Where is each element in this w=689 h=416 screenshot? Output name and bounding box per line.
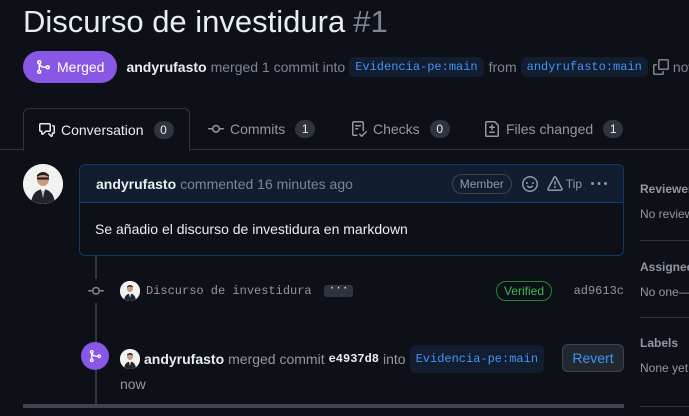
comment-author-avatar[interactable] — [23, 164, 63, 204]
merge-event-time: now — [120, 376, 146, 392]
git-merge-icon — [81, 342, 109, 370]
smiley-icon[interactable] — [521, 175, 538, 192]
tab-checks-label: Checks — [373, 121, 420, 137]
merged-state-label: Merged — [57, 59, 105, 75]
tab-conversation-label: Conversation — [61, 121, 144, 138]
reviewers-value: No reviews — [640, 207, 689, 221]
assignees-value: No one— — [640, 285, 689, 299]
commit-message-link[interactable]: Discurso de investidura — [146, 284, 312, 298]
comment-author-link[interactable]: andyrufasto — [96, 176, 176, 192]
pr-meta: Merged andyrufasto merged 1 commit into … — [23, 51, 689, 83]
commit-sha-link[interactable]: ad9613c — [574, 284, 624, 298]
pr-time: now — [672, 59, 689, 75]
comment-header: andyrufasto commented 16 minutes ago Mem… — [80, 165, 623, 203]
labels-title: Labels — [640, 336, 679, 350]
merge-author-link[interactable]: andyrufasto — [144, 348, 224, 370]
head-branch-link[interactable]: andyrufasto:main — [520, 57, 648, 77]
labels-value: None yet — [640, 361, 689, 375]
tab-files-changed[interactable]: Files changed 1 — [484, 108, 624, 150]
tab-commits[interactable]: Commits 1 — [208, 108, 316, 150]
merge-commit-sha-link[interactable]: e4937d8 — [329, 348, 379, 370]
sidebar: Reviewers No reviews Assignees No one— L… — [640, 164, 689, 416]
sidebar-reviewers[interactable]: Reviewers No reviews — [640, 182, 689, 221]
commit-expand-button[interactable]: ··· — [323, 284, 354, 297]
tab-checks[interactable]: Checks 0 — [351, 108, 450, 150]
sidebar-divider — [640, 240, 689, 241]
member-badge: Member — [451, 173, 512, 194]
tab-files-changed-label: Files changed — [506, 121, 594, 137]
from-text: from — [488, 59, 517, 75]
merged-state-badge: Merged — [23, 51, 118, 83]
pr-tabs: Conversation 0 Commits 1 Checks 0 Files … — [0, 108, 689, 151]
verified-badge[interactable]: Verified — [495, 281, 552, 301]
revert-button[interactable]: Revert — [562, 344, 624, 372]
pr-title: Discurso de investidura #1 — [23, 4, 388, 40]
comment-body: Se añadio el discurso de investidura en … — [95, 221, 408, 237]
comment-box: andyrufasto commented 16 minutes ago Mem… — [79, 164, 624, 256]
reviewers-title: Reviewers — [640, 182, 689, 196]
comment-discussion-icon — [39, 122, 55, 137]
tab-files-changed-count: 1 — [603, 120, 624, 138]
sidebar-labels[interactable]: Labels None yet — [640, 336, 689, 375]
file-diff-icon — [485, 121, 499, 137]
tab-checks-count: 0 — [429, 120, 450, 138]
merge-author-avatar[interactable] — [120, 349, 140, 369]
base-branch-link[interactable]: Evidencia-pe:main — [349, 57, 484, 77]
commit-author-avatar[interactable] — [120, 281, 140, 301]
pr-number: #1 — [353, 4, 388, 39]
checklist-icon — [352, 121, 367, 137]
alert-icon — [546, 175, 563, 191]
merge-target-branch-link[interactable]: Evidencia-pe:main — [409, 345, 545, 373]
tab-conversation-count: 0 — [153, 120, 174, 139]
sidebar-divider — [640, 406, 689, 407]
kebab-horizontal-icon[interactable] — [591, 176, 607, 192]
merge-into-text: into — [383, 351, 406, 367]
sidebar-divider — [640, 317, 689, 318]
copy-icon[interactable] — [652, 59, 669, 75]
tab-commits-label: Commits — [230, 121, 286, 137]
commit-row: Discurso de investidura ··· Verified ad9… — [84, 278, 624, 304]
timeline-divider — [23, 404, 624, 408]
tip-label: Tip — [565, 176, 582, 191]
pr-title-text: Discurso de investidura — [23, 4, 346, 39]
git-commit-icon — [208, 124, 224, 133]
comment-action-text: commented 16 minutes ago — [180, 175, 353, 192]
git-commit-icon — [84, 279, 108, 303]
tab-conversation[interactable]: Conversation 0 — [23, 108, 190, 151]
tip-button[interactable]: Tip — [546, 175, 582, 192]
git-merge-icon — [37, 60, 51, 74]
sidebar-assignees[interactable]: Assignees No one— — [640, 260, 689, 299]
merge-event-text: andyrufasto merged commit e4937d8 into E… — [120, 345, 545, 395]
merge-event-action: merged commit — [228, 351, 325, 367]
merge-summary-text: merged 1 commit into — [210, 59, 346, 75]
assignees-title: Assignees — [640, 260, 689, 274]
pr-author-link[interactable]: andyrufasto — [126, 59, 206, 75]
tab-commits-count: 1 — [295, 120, 316, 138]
